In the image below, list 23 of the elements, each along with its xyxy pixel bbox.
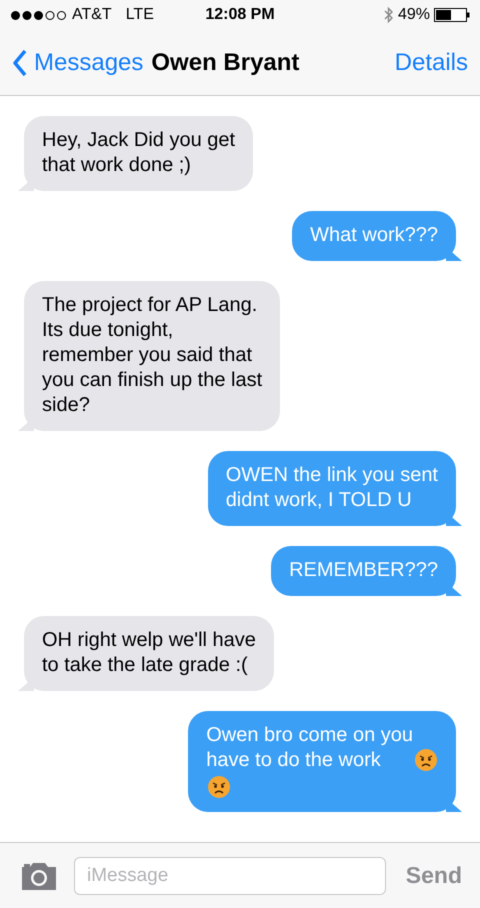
signal-icon [10,10,68,20]
battery-percent: 49% [398,6,430,24]
angry-face-icon [207,775,232,799]
message-text: Hey, Jack Did you get that work done ;) [42,128,236,178]
angry-face-icon [414,748,438,772]
battery-icon [434,8,470,22]
message-text: What work??? [310,223,438,248]
message-input[interactable]: iMessage [74,856,386,894]
network-type: LTE [126,6,154,24]
details-button[interactable]: Details [394,48,468,76]
status-time: 12:08 PM [205,6,275,24]
message-text: REMEMBER??? [289,558,438,583]
message-text: OH right welp we'll have to take the late grade :( [42,628,256,678]
back-button[interactable]: Messages [12,48,144,76]
camera-icon[interactable] [20,860,58,890]
back-chevron-icon [12,48,28,76]
contact-name: Owen Bryant [151,48,300,76]
carrier-name: AT&T [72,6,112,24]
message-text: OWEN the link you sent didnt work, I TOLD U [226,463,438,513]
bluetooth-icon [384,6,394,24]
send-button[interactable]: Send [402,862,466,889]
message-text: The project for AP Lang. Its due tonight, remember you said that you can finish up the last side? [42,293,262,418]
message-text: Owen bro come on you have to do the work [206,723,413,773]
